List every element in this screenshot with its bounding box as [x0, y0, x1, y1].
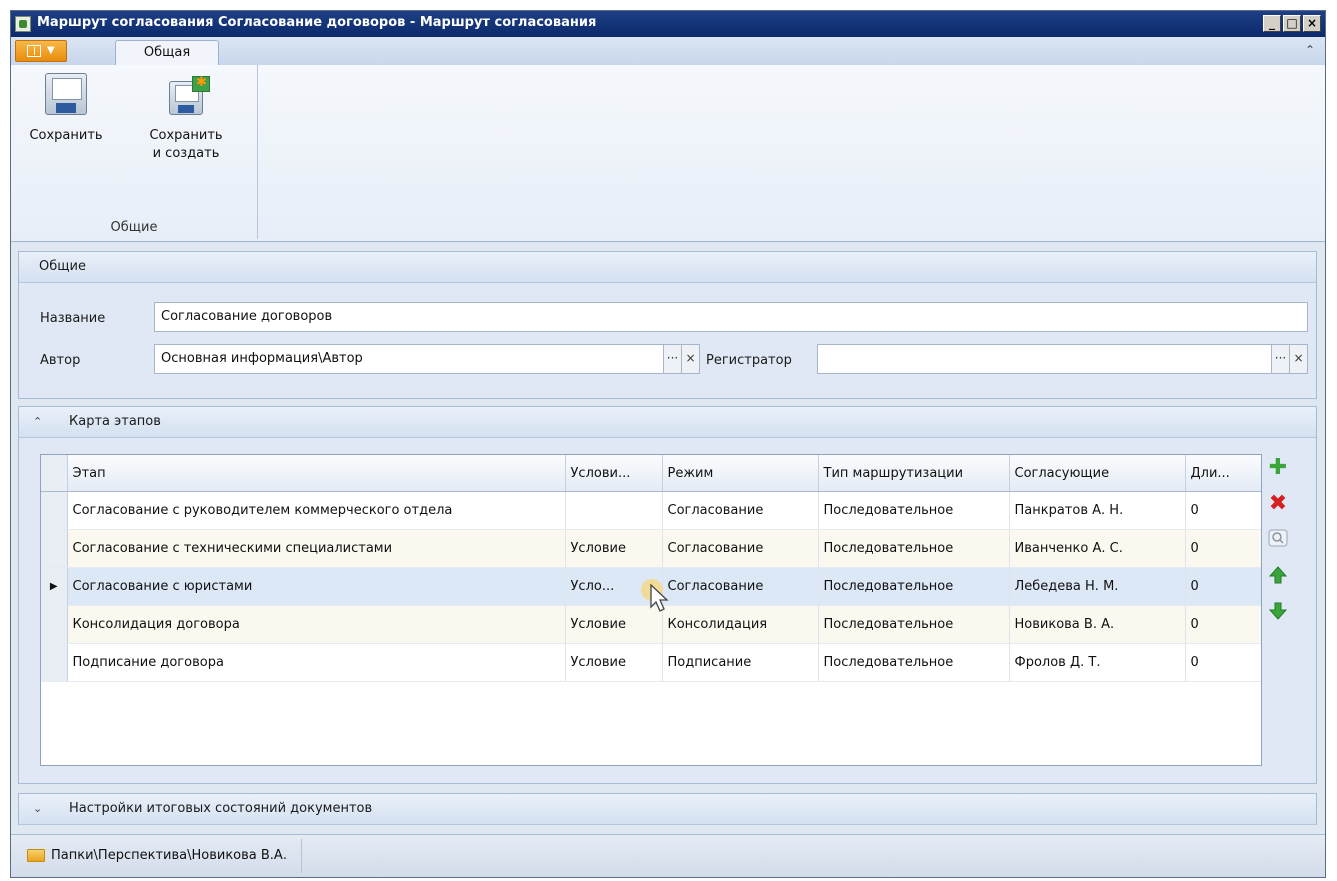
table-row[interactable]: Согласование с руководителем коммерческо… [41, 491, 1261, 530]
save-label: Сохранить [29, 128, 103, 143]
current-row-marker-icon[interactable]: ▶ [41, 567, 68, 606]
cell-mode[interactable]: Консолидация [662, 605, 819, 644]
cell-approvers[interactable]: Иванченко А. С. [1009, 529, 1186, 568]
folder-path-text: Папки\Перспектива\Новикова В.А. [51, 848, 287, 863]
save-button[interactable]: Сохранить [27, 73, 105, 145]
status-folder-path[interactable]: Папки\Перспектива\Новикова В.А. [15, 839, 302, 873]
cell-routing-type[interactable]: Последовательное [818, 605, 1010, 644]
final-states-panel: ⌄ Настройки итоговых состояний документо… [18, 793, 1317, 825]
window: Маршрут согласования Согласование догово… [10, 10, 1326, 878]
row-indicator[interactable] [41, 643, 68, 682]
delete-icon[interactable]: ✖ [1267, 493, 1289, 515]
stages-panel-title: Карта этапов [69, 414, 161, 429]
move-up-icon[interactable] [1267, 565, 1289, 587]
group-label: Общие [110, 220, 158, 235]
cell-condition[interactable] [565, 491, 663, 530]
cell-duration[interactable]: 0 [1185, 605, 1261, 644]
final-states-panel-header[interactable]: ⌄ Настройки итоговых состояний документо… [19, 794, 1316, 825]
cell-routing-type[interactable]: Последовательное [818, 567, 1010, 606]
save-create-label-2: и создать [152, 146, 220, 161]
add-icon[interactable]: ✚ [1267, 457, 1289, 479]
grid-header-row: Этап Услови... Режим Тип маршрутизации С… [41, 455, 1261, 492]
column-header-routing-type[interactable]: Тип маршрутизации [818, 455, 1010, 492]
cell-routing-type[interactable]: Последовательное [818, 491, 1010, 530]
name-label: Название [40, 311, 106, 326]
cell-condition[interactable]: Условие [565, 529, 663, 568]
cell-duration[interactable]: 0 [1185, 643, 1261, 682]
column-header-mode[interactable]: Режим [662, 455, 819, 492]
chevron-down-icon: ⌄ [33, 802, 43, 815]
cell-condition[interactable]: Условие [565, 643, 663, 682]
save-create-label-1: Сохранить [149, 128, 223, 143]
cell-stage[interactable]: Согласование с руководителем коммерческо… [67, 491, 566, 530]
ribbon-group-general: Сохранить Сохранить и создать Общие [11, 65, 258, 239]
column-header-duration[interactable]: Дли... [1185, 455, 1261, 492]
maximize-button[interactable]: □ [1283, 15, 1301, 32]
chevron-down-icon: ▼ [47, 45, 55, 56]
stages-panel-header[interactable]: ⌃ Карта этапов [19, 407, 1316, 438]
cell-approvers[interactable]: Лебедева Н. М. [1009, 567, 1186, 606]
chevron-up-icon: ⌃ [33, 415, 43, 428]
cell-duration[interactable]: 0 [1185, 491, 1261, 530]
row-indicator[interactable] [41, 529, 68, 568]
cell-routing-type[interactable]: Последовательное [818, 529, 1010, 568]
view-icon[interactable] [1267, 529, 1289, 551]
registrar-label: Регистратор [706, 353, 792, 368]
name-input[interactable]: Согласование договоров [154, 302, 1308, 332]
app-menu-button[interactable]: ▼ [15, 40, 67, 62]
row-indicator[interactable] [41, 605, 68, 644]
author-value: Основная информация\Автор [161, 351, 363, 366]
save-and-create-icon [169, 74, 210, 115]
author-ellipsis-button[interactable]: ··· [663, 345, 681, 373]
cell-duration[interactable]: 0 [1185, 567, 1261, 606]
new-badge-icon [192, 74, 210, 92]
folder-icon [27, 849, 45, 862]
table-row[interactable]: Подписание договора Условие Подписание П… [41, 643, 1261, 682]
cell-stage[interactable]: Согласование с юристами [67, 567, 566, 606]
tab-general[interactable]: Общая [115, 40, 219, 66]
author-input[interactable]: Основная информация\Автор ··· × [154, 344, 700, 374]
cell-mode[interactable]: Согласование [662, 529, 819, 568]
cell-stage[interactable]: Консолидация договора [67, 605, 566, 644]
author-label: Автор [40, 353, 81, 368]
final-states-panel-title: Настройки итоговых состояний документов [69, 801, 373, 816]
ribbon: Сохранить Сохранить и создать Общие [11, 65, 1325, 242]
title-bar[interactable]: Маршрут согласования Согласование догово… [11, 11, 1325, 37]
save-and-create-button[interactable]: Сохранить и создать [141, 73, 231, 163]
collapse-ribbon-icon[interactable]: ⌃ [1305, 43, 1315, 57]
cell-mode[interactable]: Подписание [662, 643, 819, 682]
column-header-condition[interactable]: Услови... [565, 455, 663, 492]
layout-icon [27, 45, 41, 57]
cell-duration[interactable]: 0 [1185, 529, 1261, 568]
cell-stage[interactable]: Подписание договора [67, 643, 566, 682]
row-indicator[interactable] [41, 491, 68, 530]
general-panel-header: Общие [19, 252, 1316, 283]
app-icon [15, 16, 31, 32]
cell-routing-type[interactable]: Последовательное [818, 643, 1010, 682]
table-row[interactable]: Согласование с техническими специалистам… [41, 529, 1261, 568]
cell-mode[interactable]: Согласование [662, 491, 819, 530]
registrar-clear-button[interactable]: × [1289, 345, 1307, 373]
column-header-approvers[interactable]: Согласующие [1009, 455, 1186, 492]
author-clear-button[interactable]: × [681, 345, 699, 373]
column-header-stage[interactable]: Этап [67, 455, 566, 492]
save-icon [45, 73, 87, 115]
registrar-ellipsis-button[interactable]: ··· [1271, 345, 1289, 373]
cell-mode[interactable]: Согласование [662, 567, 819, 606]
row-indicator-header [41, 455, 68, 492]
ribbon-tabstrip: ▼ Общая ⌃ [11, 37, 1325, 66]
cell-approvers[interactable]: Новикова В. А. [1009, 605, 1186, 644]
registrar-input[interactable]: ··· × [817, 344, 1308, 374]
window-title: Маршрут согласования Согласование догово… [37, 15, 597, 30]
mouse-cursor-icon [641, 579, 669, 612]
status-bar: Папки\Перспектива\Новикова В.А. [11, 834, 1325, 877]
cell-stage[interactable]: Согласование с техническими специалистам… [67, 529, 566, 568]
general-panel: Общие Название Согласование договоров Ав… [18, 251, 1317, 399]
minimize-button[interactable]: _ [1263, 15, 1281, 32]
move-down-icon[interactable] [1267, 601, 1289, 623]
close-button[interactable]: × [1303, 15, 1321, 32]
cell-approvers[interactable]: Фролов Д. Т. [1009, 643, 1186, 682]
cell-approvers[interactable]: Панкратов А. Н. [1009, 491, 1186, 530]
